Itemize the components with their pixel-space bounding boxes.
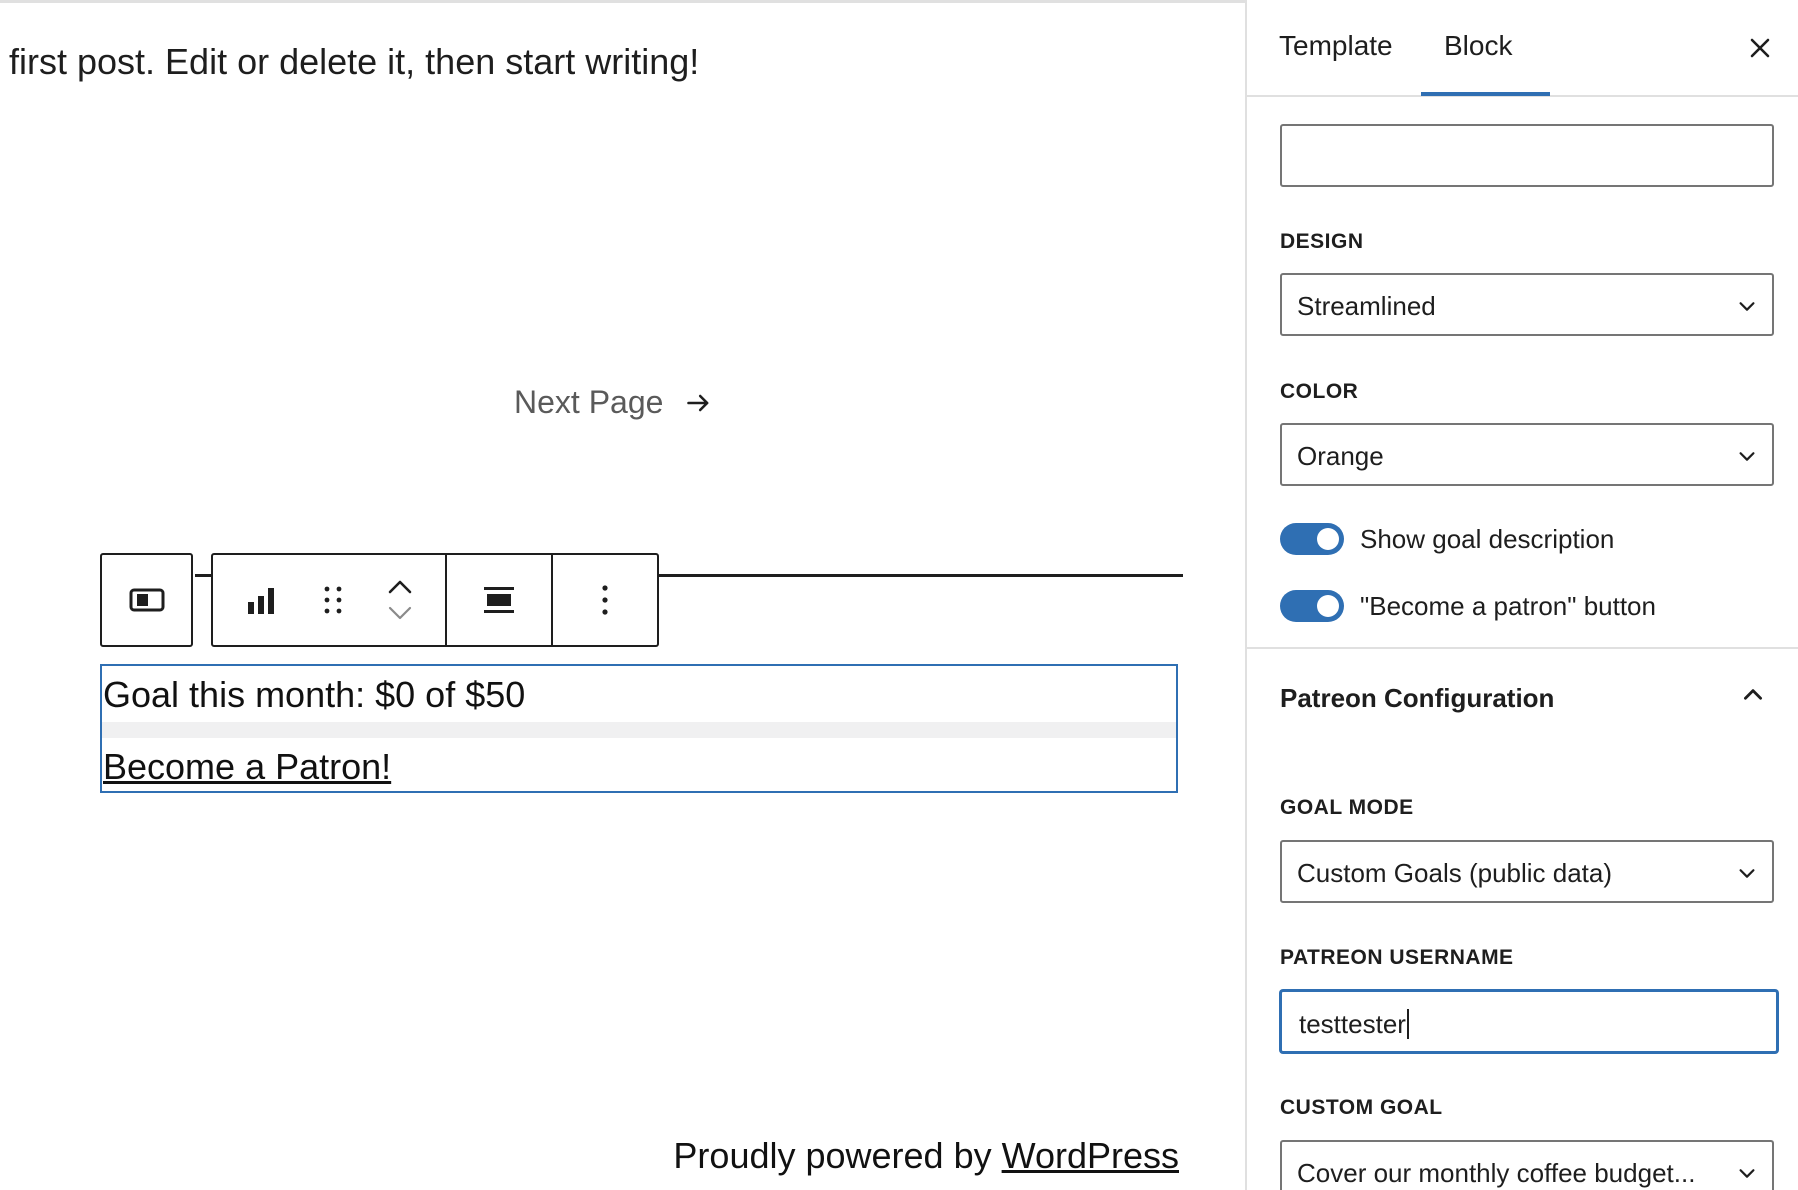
footer-prefix: Proudly powered by <box>673 1135 1002 1176</box>
arrow-right-icon <box>687 394 709 411</box>
patreon-username-text: testtester <box>1299 1009 1406 1039</box>
select-parent-block-button[interactable] <box>100 553 193 647</box>
goal-mode-label: GOAL MODE <box>1280 796 1414 819</box>
chart-icon <box>247 588 274 614</box>
more-options-button[interactable] <box>599 555 611 645</box>
patreon-goal-block[interactable]: Goal this month: $0 of $50 Become a Patr… <box>100 664 1178 793</box>
become-patron-button-toggle[interactable]: "Become a patron" button <box>1280 590 1656 622</box>
tab-template[interactable]: Template <box>1279 30 1393 62</box>
chevron-down-icon <box>1739 869 1755 878</box>
text-caret <box>1406 1009 1409 1039</box>
wordpress-link[interactable]: WordPress <box>1002 1135 1179 1176</box>
chevron-down-icon <box>1739 1169 1755 1178</box>
toolbar-group-more <box>551 555 657 645</box>
toggle-label: "Become a patron" button <box>1360 590 1656 621</box>
show-goal-description-toggle[interactable]: Show goal description <box>1280 523 1614 555</box>
align-button[interactable] <box>481 555 517 645</box>
drag-handle[interactable] <box>313 555 353 645</box>
sidebar-header: Template Block <box>1247 0 1798 97</box>
block-parent-icon <box>129 588 164 612</box>
more-options-icon <box>602 585 608 615</box>
site-footer: Proudly powered by WordPress <box>673 1135 1179 1177</box>
move-up-icon[interactable] <box>386 578 414 596</box>
goal-text: Goal this month: $0 of $50 <box>103 674 526 715</box>
block-type-button[interactable] <box>236 555 288 645</box>
next-page-label: Next Page <box>514 384 664 420</box>
toggle-switch[interactable] <box>1280 590 1344 622</box>
toggle-knob <box>1317 595 1339 617</box>
drag-handle-icon <box>324 586 342 614</box>
custom-goal-select-value: Cover our monthly coffee budget... <box>1297 1158 1696 1188</box>
design-select[interactable]: Streamlined <box>1280 273 1774 336</box>
close-sidebar-button[interactable] <box>1742 30 1778 66</box>
goal-progress-bar <box>102 722 1176 738</box>
post-content-text[interactable]: first post. Edit or delete it, then star… <box>9 41 699 83</box>
next-page-link[interactable]: Next Page <box>514 384 713 421</box>
goal-mode-select[interactable]: Custom Goals (public data) <box>1280 840 1774 903</box>
panel-divider <box>1247 647 1798 649</box>
move-down-icon[interactable] <box>386 604 414 622</box>
color-select-value: Orange <box>1297 441 1384 471</box>
settings-sidebar: Template Block DESIGN Streamlined COLOR … <box>1245 0 1798 1190</box>
design-label: DESIGN <box>1280 230 1364 253</box>
active-tab-indicator <box>1421 92 1550 96</box>
become-patron-link[interactable]: Become a Patron! <box>103 746 391 788</box>
text-field[interactable] <box>1280 124 1774 187</box>
color-select[interactable]: Orange <box>1280 423 1774 486</box>
patreon-username-value: testtester <box>1299 1009 1409 1040</box>
editor-canvas: first post. Edit or delete it, then star… <box>0 3 1245 1190</box>
close-icon <box>1750 38 1770 58</box>
design-select-value: Streamlined <box>1297 291 1436 321</box>
custom-goal-label: CUSTOM GOAL <box>1280 1096 1443 1119</box>
patreon-username-label: PATREON USERNAME <box>1280 946 1514 969</box>
toggle-knob <box>1317 528 1339 550</box>
toolbar-group-align <box>445 555 551 645</box>
patreon-username-input[interactable]: testtester <box>1280 990 1778 1053</box>
chevron-down-icon <box>1739 302 1755 311</box>
block-toolbar <box>211 553 659 647</box>
patreon-configuration-panel-title[interactable]: Patreon Configuration <box>1280 683 1554 714</box>
align-icon <box>484 587 514 613</box>
toggle-switch[interactable] <box>1280 523 1344 555</box>
toggle-label: Show goal description <box>1360 523 1615 554</box>
block-movers <box>378 578 422 622</box>
chevron-down-icon <box>1739 452 1755 461</box>
chevron-up-icon[interactable] <box>1740 682 1766 708</box>
toolbar-group-block <box>213 555 445 645</box>
tab-block[interactable]: Block <box>1444 30 1512 62</box>
custom-goal-select[interactable]: Cover our monthly coffee budget... <box>1280 1140 1774 1190</box>
goal-mode-select-value: Custom Goals (public data) <box>1297 858 1613 888</box>
color-label: COLOR <box>1280 380 1359 403</box>
